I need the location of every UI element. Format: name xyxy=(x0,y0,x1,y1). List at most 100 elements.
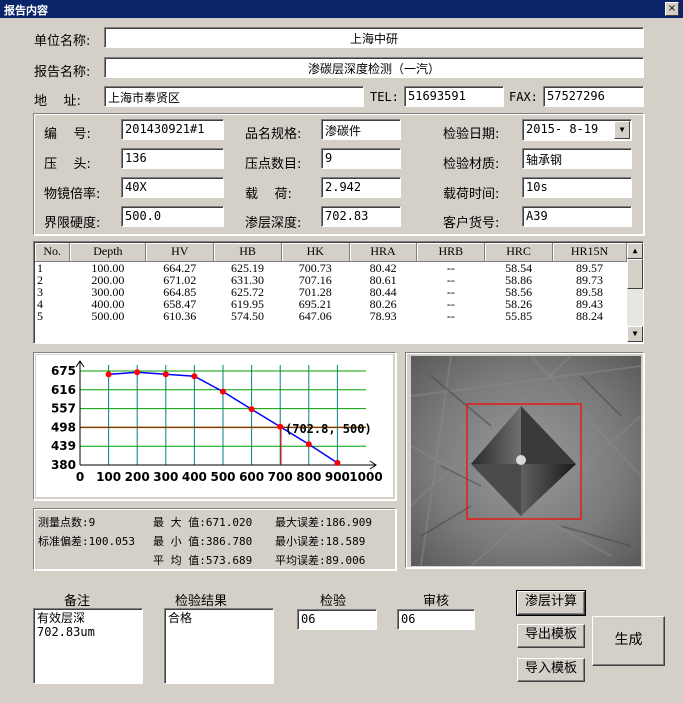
table-cell: 89.57 xyxy=(575,260,603,275)
table-cell: 664.85 xyxy=(163,284,197,299)
table-cell: 631.30 xyxy=(231,272,265,287)
customer-field[interactable]: A39 xyxy=(522,206,632,227)
table-row[interactable]: 5 500.00 610.36 574.50 647.06 78.93 -- 55.85 88.… xyxy=(35,310,627,322)
date-picker[interactable]: 2015- 8-19 ▼ xyxy=(522,119,632,141)
table-cell: 300.00 xyxy=(91,284,125,299)
table-cell: 200.00 xyxy=(91,272,125,287)
table-cell: 500.00 xyxy=(91,308,125,323)
table-cell: 89.73 xyxy=(575,272,603,287)
scroll-down-icon[interactable]: ▼ xyxy=(627,326,643,342)
tel-field[interactable]: 51693591 xyxy=(404,86,504,107)
column-header[interactable]: No. xyxy=(35,243,71,262)
column-header[interactable]: HK xyxy=(281,243,350,262)
column-header[interactable]: HR15N xyxy=(552,243,628,262)
code-field[interactable]: 201430921#1 xyxy=(121,119,224,140)
result-field[interactable]: 合格 xyxy=(164,608,274,684)
result-label: 检验结果 xyxy=(175,594,228,609)
table-cell: 58.54 xyxy=(505,260,533,275)
data-point xyxy=(248,406,255,413)
table-scrollbar[interactable]: ▲ ▼ xyxy=(627,243,643,342)
column-header[interactable]: HRC xyxy=(484,243,553,262)
column-header[interactable]: HB xyxy=(213,243,282,262)
table-row[interactable]: 3 300.00 664.85 625.72 701.28 80.44 -- 58.56 89.… xyxy=(35,286,627,298)
stat-std: 标准偏差:100.053 xyxy=(38,535,135,548)
table-cell: 625.19 xyxy=(231,260,265,275)
x-tick-label: 0 xyxy=(76,470,84,484)
y-tick-label: 439 xyxy=(51,439,76,453)
date-value: 2015- 8-19 xyxy=(526,122,599,136)
column-header[interactable]: HRB xyxy=(416,243,486,262)
scroll-thumb[interactable] xyxy=(627,259,643,289)
tel-label: TEL: xyxy=(370,90,399,104)
table-cell: 89.58 xyxy=(575,284,603,299)
product-label: 品名规格: xyxy=(245,127,302,142)
product-field[interactable]: 渗碳件 xyxy=(321,119,401,140)
y-tick-label: 557 xyxy=(51,402,76,416)
limit-hardness-label: 界限硬度: xyxy=(44,216,101,231)
generate-button[interactable]: 生成 xyxy=(592,616,665,666)
data-point xyxy=(162,371,169,378)
inspect-label: 检验 xyxy=(320,594,347,609)
table-cell: -- xyxy=(446,272,455,287)
table-cell: 3 xyxy=(37,284,43,299)
hardness-depth-chart: 0 100 200 300 400 500 600 700 800 900 1000 675 616 55… xyxy=(36,355,393,497)
load-field[interactable]: 2.942 xyxy=(321,177,401,198)
indenter-label: 压 头: xyxy=(44,157,91,172)
chevron-down-icon[interactable]: ▼ xyxy=(614,121,630,139)
table-cell: 700.73 xyxy=(298,260,332,275)
data-point xyxy=(334,459,341,466)
table-cell: 78.93 xyxy=(369,308,397,323)
unit-field[interactable]: 上海中研 xyxy=(104,27,644,48)
table-header-row: No. Depth HV HB HK HRA HRB HRC HR15N xyxy=(35,243,628,262)
table-cell: 1 xyxy=(37,260,43,275)
x-tick-label: 500 xyxy=(210,470,235,484)
table-cell: 707.16 xyxy=(298,272,332,287)
table-row[interactable]: 4 400.00 658.47 619.95 695.21 80.26 -- 58.26 89.… xyxy=(35,298,627,310)
address-label: 地 址: xyxy=(34,94,81,109)
data-table-panel[interactable]: No. Depth HV HB HK HRA HRB HRC HR15N 1 10… xyxy=(33,241,644,344)
x-tick-label: 700 xyxy=(268,470,293,484)
limit-hardness-field[interactable]: 500.0 xyxy=(121,206,224,227)
column-header[interactable]: Depth xyxy=(69,243,147,262)
export-template-button[interactable]: 导出模板 xyxy=(517,624,585,648)
scroll-up-icon[interactable]: ▲ xyxy=(627,243,643,259)
inspect-field[interactable]: 06 xyxy=(297,609,377,630)
table-cell: 80.44 xyxy=(369,284,397,299)
report-name-field[interactable]: 渗碳层深度检测（一汽） xyxy=(104,57,644,78)
indentation-micrograph[interactable] xyxy=(411,356,641,566)
address-field[interactable]: 上海市奉贤区 xyxy=(104,86,364,107)
indenter-field[interactable]: 136 xyxy=(121,148,224,169)
column-header[interactable]: HV xyxy=(145,243,215,262)
remark-field[interactable]: 有效层深 702.83um xyxy=(33,608,143,684)
table-cell: 647.06 xyxy=(298,308,332,323)
points-field[interactable]: 9 xyxy=(321,148,401,169)
import-template-button[interactable]: 导入模板 xyxy=(517,658,585,682)
column-header[interactable]: HRA xyxy=(349,243,418,262)
load-label: 载 荷: xyxy=(245,187,292,202)
table-row[interactable]: 2 200.00 671.02 631.30 707.16 80.61 -- 58.86 89.… xyxy=(35,274,627,286)
fax-field[interactable]: 57527296 xyxy=(543,86,644,107)
y-tick-label: 616 xyxy=(51,383,76,397)
data-point xyxy=(220,388,226,395)
material-field[interactable]: 轴承钢 xyxy=(522,148,632,169)
review-field[interactable]: 06 xyxy=(397,609,475,630)
table-row[interactable]: 1 100.00 664.27 625.19 700.73 80.42 -- 58.54 89.… xyxy=(35,261,627,274)
x-tick-label: 200 xyxy=(125,470,150,484)
annotation-label: (702.8, 500) xyxy=(285,422,372,436)
objective-field[interactable]: 40X xyxy=(121,177,224,198)
table-cell: 695.21 xyxy=(298,296,332,311)
stat-avg-error: 平均误差:89.006 xyxy=(275,554,366,567)
x-tick-label: 300 xyxy=(153,470,178,484)
table-cell: 88.24 xyxy=(575,308,603,323)
table-cell: -- xyxy=(446,296,455,311)
close-icon[interactable]: × xyxy=(665,2,679,16)
data-point xyxy=(277,423,284,430)
window-title: 报告内容 xyxy=(4,4,48,17)
depth-field[interactable]: 702.83 xyxy=(321,206,401,227)
customer-label: 客户货号: xyxy=(443,216,500,231)
table-cell: 80.61 xyxy=(369,272,397,287)
load-time-field[interactable]: 10s xyxy=(522,177,632,198)
calc-layer-button[interactable]: 渗层计算 xyxy=(516,590,586,616)
x-tick-label: 600 xyxy=(239,470,264,484)
table-cell: 574.50 xyxy=(231,308,265,323)
